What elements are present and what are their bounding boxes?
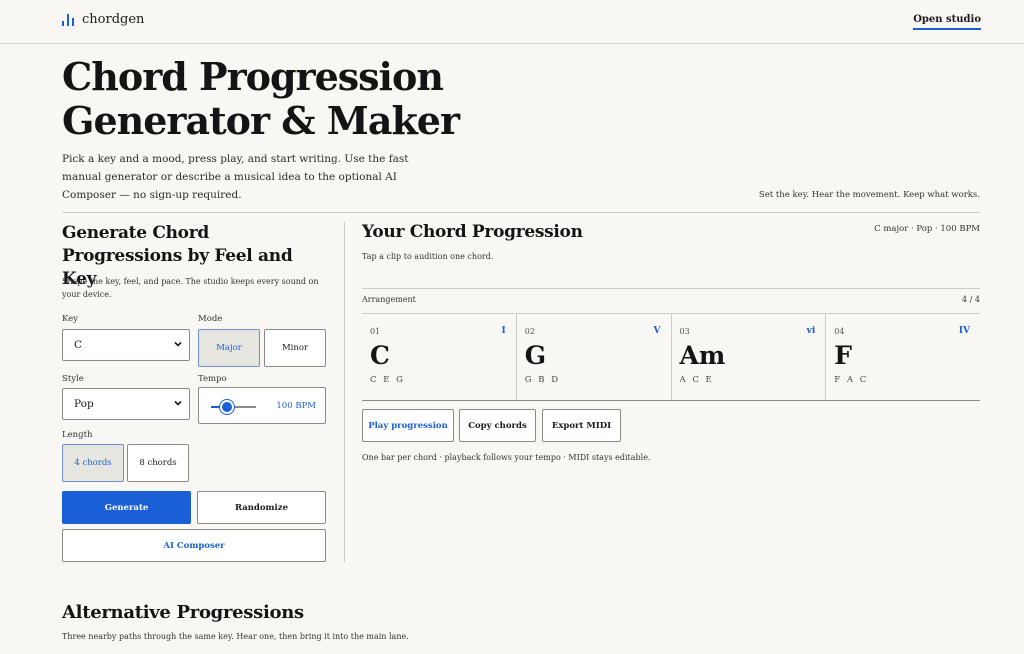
- chord-name: G: [524, 341, 547, 370]
- chord-notes: F A C: [834, 375, 869, 385]
- chord-notes: G B D: [524, 375, 561, 385]
- tempo-label: Tempo: [198, 374, 227, 384]
- randomize-button[interactable]: Randomize: [197, 491, 326, 524]
- arrangement-count: 4 / 4: [962, 295, 980, 304]
- chevron-down-icon: [174, 400, 182, 406]
- chord-roman-numeral: IV: [958, 326, 970, 336]
- brand-logo[interactable]: chordgen: [62, 12, 144, 27]
- key-select-value: C: [74, 339, 83, 351]
- panel-divider: [344, 222, 345, 562]
- copy-chords-button[interactable]: Copy chords: [459, 409, 536, 442]
- top-bar: chordgen Open studio: [0, 0, 1024, 44]
- hero-description: Pick a key and a mood, press play, and s…: [62, 153, 409, 201]
- chord-roman-numeral: I: [501, 326, 506, 336]
- page-title-line1: Chord Progression: [62, 54, 444, 99]
- mode-label: Mode: [198, 314, 223, 324]
- page-title: Chord Progression Generator & Maker: [62, 55, 542, 143]
- chevron-down-icon: [174, 341, 182, 347]
- open-studio-link[interactable]: Open studio: [913, 14, 981, 30]
- section-divider: [62, 212, 980, 213]
- chord-roman-numeral: vi: [806, 326, 816, 336]
- brand-name: chordgen: [82, 12, 145, 27]
- length-label: Length: [62, 430, 93, 440]
- length-8-chords-button[interactable]: 8 chords: [127, 444, 189, 482]
- tempo-control: 100 BPM: [198, 387, 326, 424]
- progression-footnote: One bar per chord · playback follows you…: [362, 453, 651, 462]
- ai-composer-button[interactable]: AI Composer: [62, 529, 326, 562]
- alternatives-description: Three nearby paths through the same key.…: [62, 632, 409, 641]
- generator-description: Shape the key, feel, and pace. The studi…: [62, 277, 319, 299]
- page-title-line2: Generator & Maker: [62, 98, 460, 143]
- chord-clip[interactable]: 02 V G G B D: [517, 314, 672, 400]
- progression-meta: C major · Pop · 100 BPM: [874, 224, 980, 234]
- chord-clip[interactable]: 03 vi Am A C E: [672, 314, 827, 400]
- tempo-value: 100 BPM: [276, 401, 316, 411]
- hero-tagline: Set the key. Hear the movement. Keep wha…: [758, 190, 980, 200]
- chord-clip[interactable]: 04 IV F F A C: [826, 314, 980, 400]
- chord-name: C: [370, 341, 390, 370]
- chord-name: Am: [679, 341, 726, 370]
- style-select[interactable]: Pop: [62, 388, 190, 420]
- export-midi-button[interactable]: Export MIDI: [542, 409, 621, 442]
- style-select-value: Pop: [74, 398, 94, 410]
- chord-number: 04: [834, 327, 845, 336]
- play-progression-button[interactable]: Play progression: [362, 409, 454, 442]
- length-4-chords-button[interactable]: 4 chords: [62, 444, 124, 482]
- chord-notes: A C E: [679, 375, 714, 385]
- mode-major-button[interactable]: Major: [198, 329, 260, 367]
- arrangement-label: Arrangement: [362, 295, 416, 304]
- tempo-slider-thumb[interactable]: [219, 400, 234, 414]
- key-select[interactable]: C: [62, 329, 190, 361]
- chord-notes: C E G: [370, 375, 405, 385]
- chord-number: 01: [370, 327, 381, 336]
- chord-number: 03: [679, 327, 690, 336]
- progression-title: Your Chord Progression: [362, 222, 583, 242]
- alternatives-title: Alternative Progressions: [62, 602, 304, 623]
- style-label: Style: [62, 374, 84, 384]
- bar-chart-icon: [62, 13, 76, 26]
- chord-roman-numeral: V: [653, 326, 661, 336]
- generate-button[interactable]: Generate: [62, 491, 191, 524]
- chord-clip[interactable]: 01 I C C E G: [362, 314, 517, 400]
- progression-hint: Tap a clip to audition one chord.: [362, 252, 494, 261]
- arrangement-divider: [362, 288, 980, 289]
- chord-number: 02: [524, 327, 535, 336]
- chord-lane: 01 I C C E G 02 V G G B D 03 vi Am A C E…: [362, 313, 980, 401]
- key-label: Key: [62, 314, 78, 324]
- mode-minor-button[interactable]: Minor: [264, 329, 326, 367]
- chord-name: F: [834, 341, 852, 370]
